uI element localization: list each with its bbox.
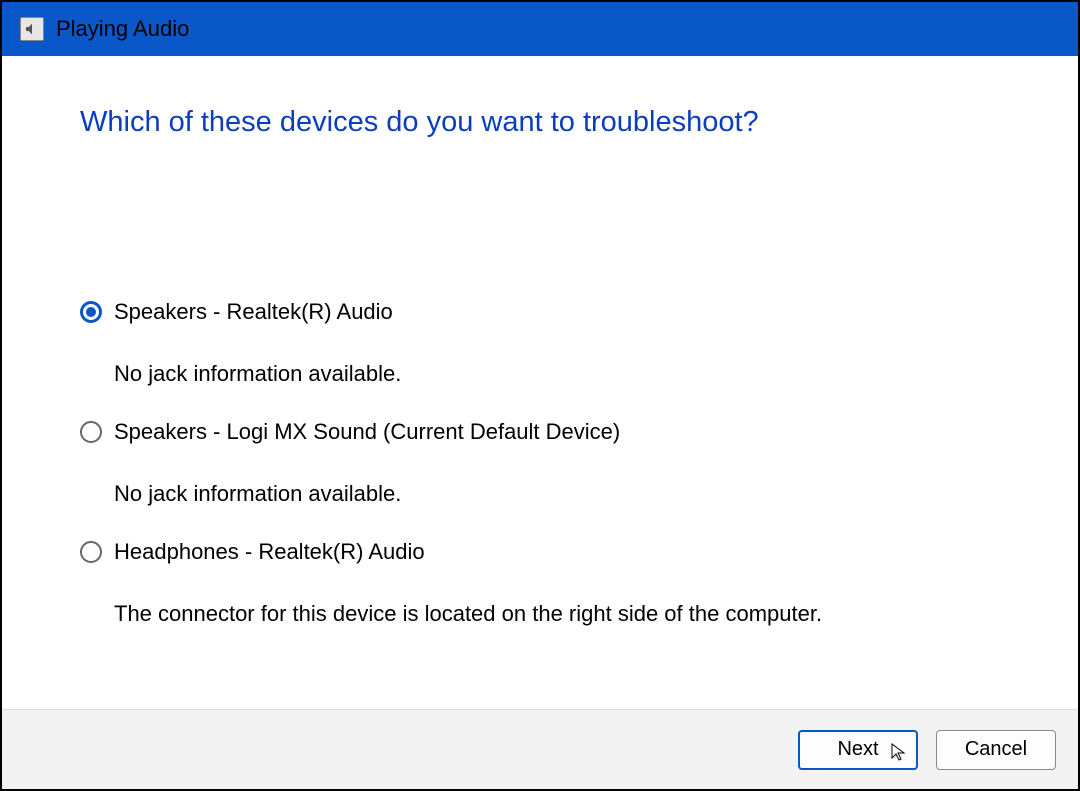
device-option-2[interactable]: Headphones - Realtek(R) Audio [80, 539, 1008, 565]
speaker-icon [20, 17, 44, 41]
device-option-1[interactable]: Speakers - Logi MX Sound (Current Defaul… [80, 419, 1008, 445]
next-button-label: Next [837, 738, 878, 761]
radio-icon[interactable] [80, 301, 102, 323]
radio-icon[interactable] [80, 541, 102, 563]
cancel-button-label: Cancel [965, 738, 1027, 761]
cursor-icon [890, 742, 910, 762]
device-list: Speakers - Realtek(R) Audio No jack info… [80, 299, 1008, 659]
next-button[interactable]: Next [798, 730, 918, 770]
titlebar-title: Playing Audio [56, 16, 189, 42]
page-heading: Which of these devices do you want to tr… [80, 106, 1008, 139]
titlebar: Playing Audio [2, 2, 1078, 56]
troubleshooter-window: Playing Audio Which of these devices do … [0, 0, 1080, 791]
footer: Next Cancel [2, 709, 1078, 789]
device-label: Speakers - Realtek(R) Audio [114, 299, 393, 325]
device-label: Speakers - Logi MX Sound (Current Defaul… [114, 419, 620, 445]
content-area: Which of these devices do you want to tr… [2, 56, 1078, 709]
device-option-0[interactable]: Speakers - Realtek(R) Audio [80, 299, 1008, 325]
cancel-button[interactable]: Cancel [936, 730, 1056, 770]
device-label: Headphones - Realtek(R) Audio [114, 539, 425, 565]
radio-icon[interactable] [80, 421, 102, 443]
device-sub: The connector for this device is located… [114, 601, 1008, 627]
device-sub: No jack information available. [114, 481, 1008, 507]
device-sub: No jack information available. [114, 361, 1008, 387]
